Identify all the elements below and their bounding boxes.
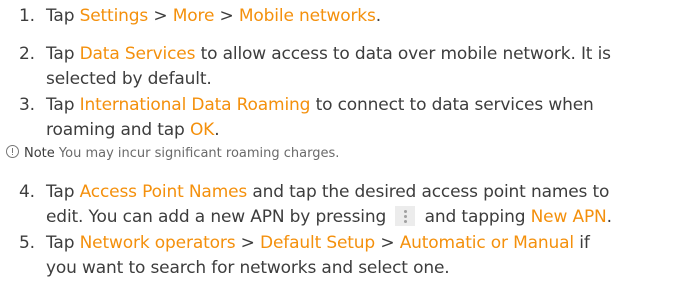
step-line: Tap Settings > More > Mobile networks.	[46, 4, 381, 29]
step-line: selected by default.	[46, 67, 212, 92]
step-text: roaming and tap	[46, 120, 190, 140]
step-text: selected by default.	[46, 69, 212, 89]
note-text: You may incur significant roaming charge…	[54, 146, 340, 161]
step-line: Tap Access Point Names and tap the desir…	[46, 180, 609, 205]
step-text: Tap	[46, 6, 80, 26]
step-text: edit. You can add a new APN by pressing	[46, 207, 392, 227]
step-line: roaming and tap OK.	[46, 118, 220, 143]
step-number: 5.	[19, 233, 35, 253]
menu-path-mobile-networks: Mobile networks	[238, 6, 376, 26]
menu-path-settings: Settings	[79, 6, 149, 26]
button-ok-ref: OK	[189, 120, 215, 140]
instructions-page: 1. Tap Settings > More > Mobile networks…	[0, 0, 700, 288]
step-number: 3.	[19, 95, 35, 115]
step-number: 4.	[19, 182, 35, 202]
step-text: and tap the desired access point names t…	[247, 182, 610, 202]
step-text: if	[574, 233, 590, 253]
step-text: Tap	[46, 233, 80, 253]
step-line: Tap Data Services to allow access to dat…	[46, 42, 611, 67]
step-line: you want to search for networks and sele…	[46, 256, 450, 281]
option-default-setup: Default Setup	[260, 233, 376, 253]
note: Note You may incur significant roaming c…	[6, 145, 339, 163]
menu-path-more: More	[172, 6, 215, 26]
option-data-services: Data Services	[79, 44, 196, 64]
step-text: >	[375, 233, 400, 253]
step-text: .	[214, 120, 220, 140]
option-network-operators: Network operators	[79, 233, 236, 253]
menu-icon	[395, 206, 416, 226]
step-line: Tap International Data Roaming to connec…	[46, 93, 594, 118]
step-text: to connect to data services when	[310, 95, 594, 115]
step-text: Tap	[46, 182, 80, 202]
step-number: 1.	[19, 6, 35, 26]
step-line: Tap Network operators > Default Setup > …	[46, 231, 590, 256]
step-text: Tap	[46, 44, 80, 64]
step-number: 2.	[19, 44, 35, 64]
step-text: >	[214, 6, 239, 26]
option-access-point-names: Access Point Names	[79, 182, 248, 202]
option-automatic-or-manual: Automatic or Manual	[399, 233, 574, 253]
note-label: Note	[24, 146, 55, 161]
option-new-apn: New APN	[530, 207, 607, 227]
step-text: >	[148, 6, 173, 26]
step-text: and tapping	[419, 207, 531, 227]
info-icon	[6, 145, 19, 158]
step-text: you want to search for networks and sele…	[46, 258, 450, 278]
step-text: .	[606, 207, 612, 227]
step-text: >	[235, 233, 261, 253]
step-text: .	[375, 6, 381, 26]
step-line: edit. You can add a new APN by pressing …	[46, 205, 612, 230]
step-text: Tap	[46, 95, 80, 115]
option-international-data-roaming: International Data Roaming	[79, 95, 311, 115]
step-text: to allow access to data over mobile netw…	[195, 44, 611, 64]
